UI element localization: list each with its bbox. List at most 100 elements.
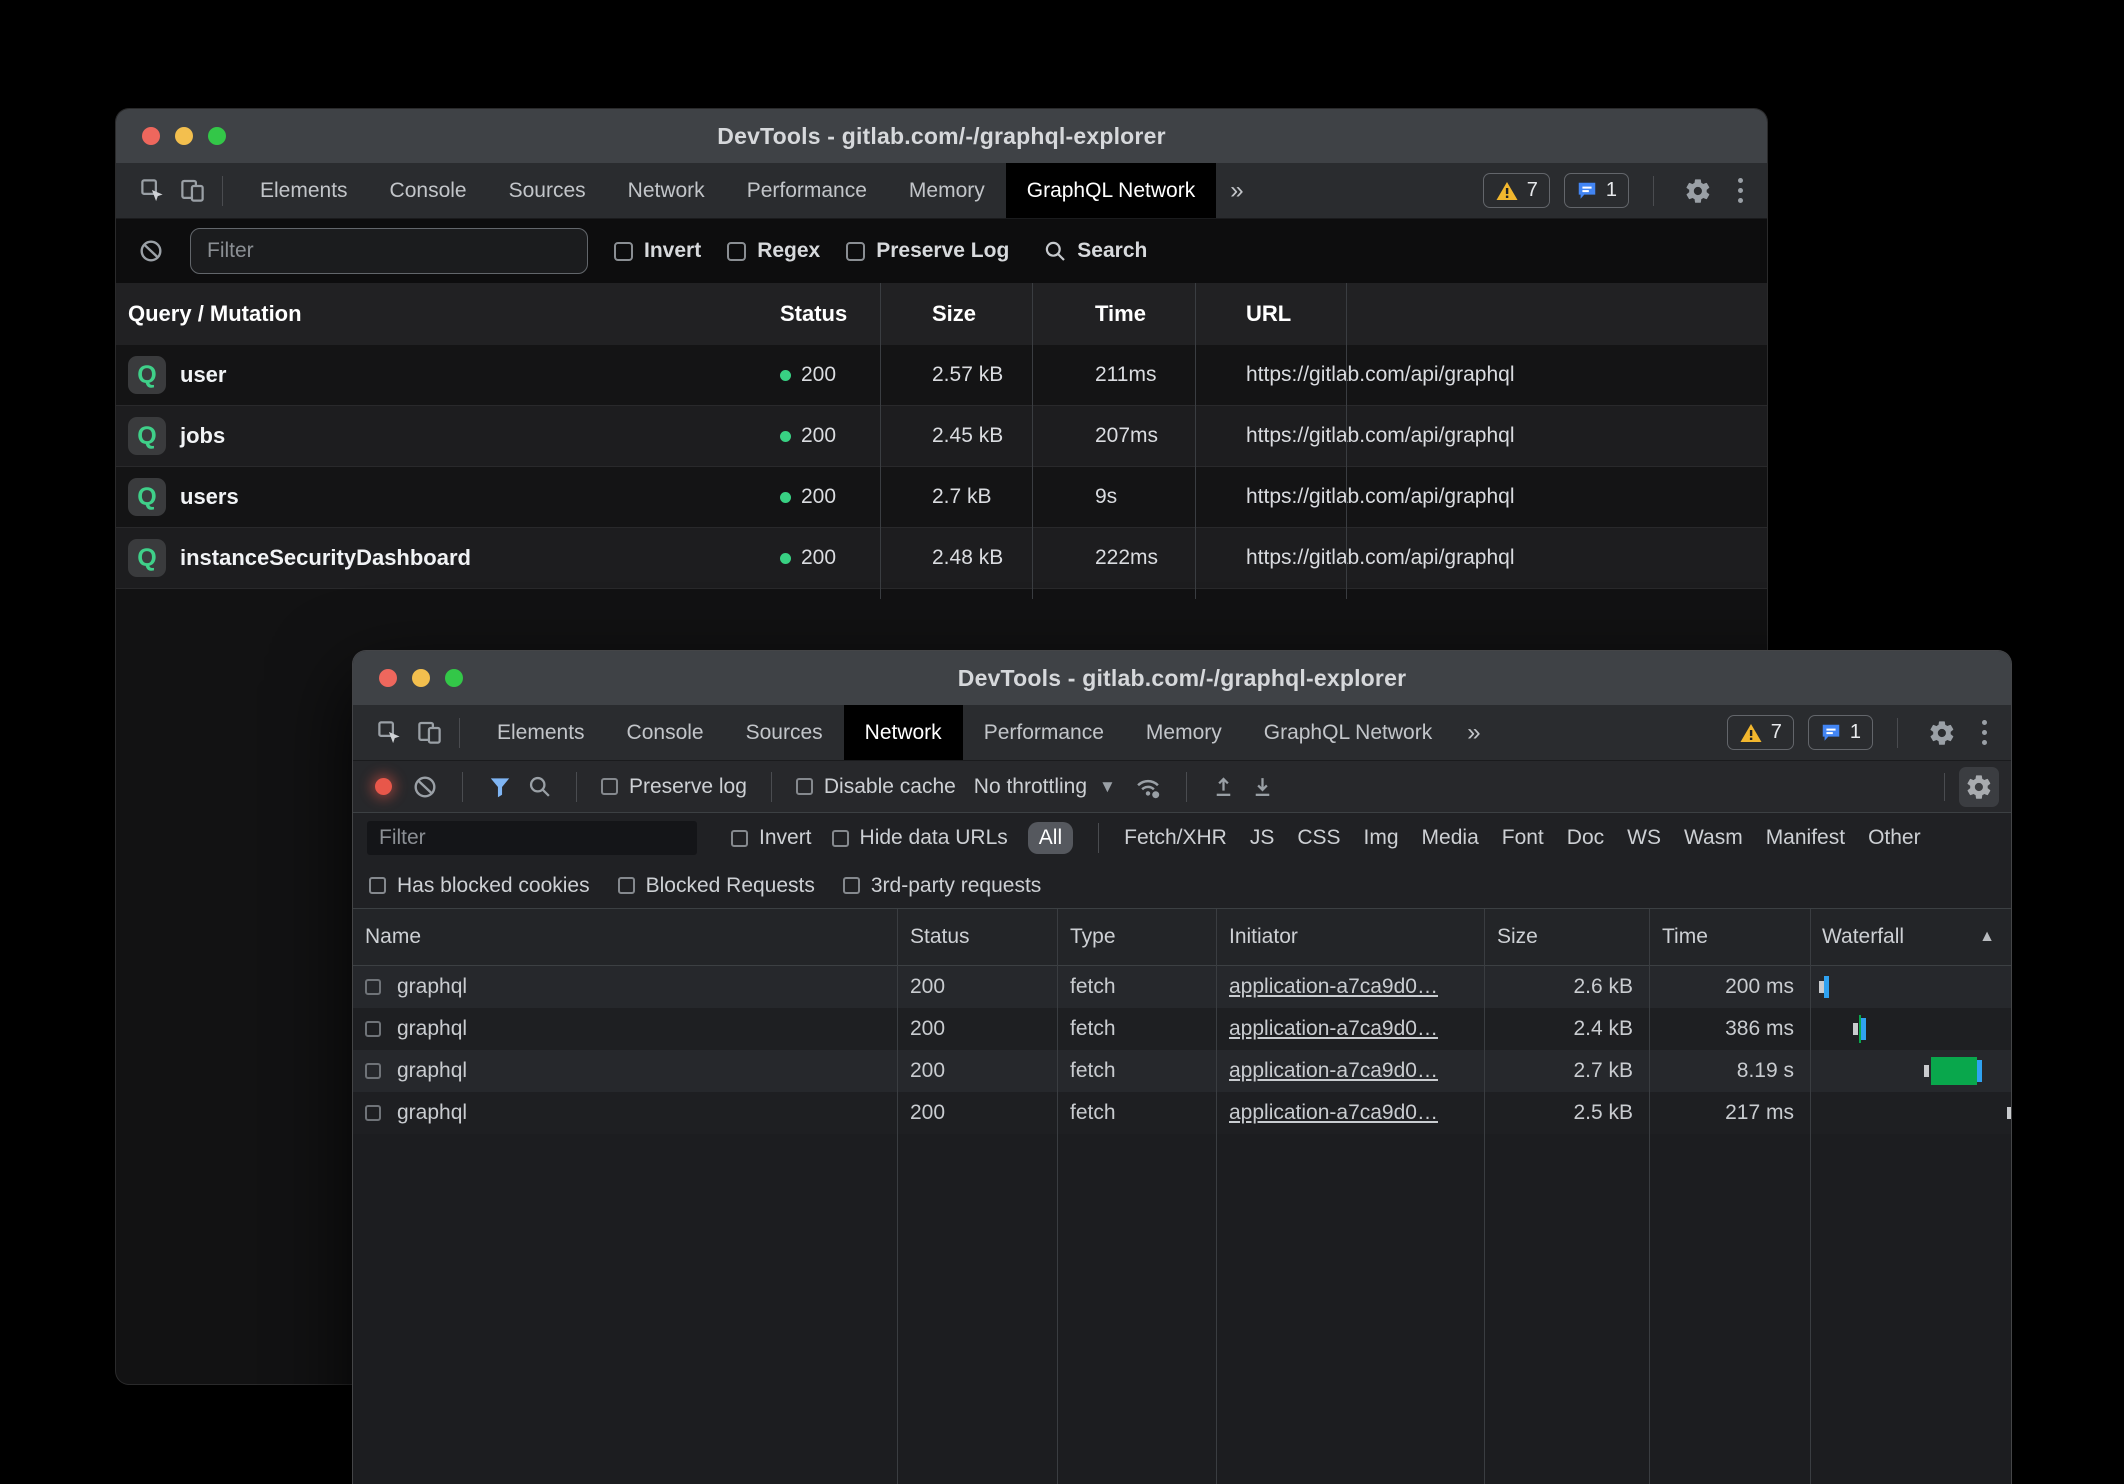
- network-settings-gear-icon[interactable]: [1959, 767, 1999, 807]
- column-header-query-mutation[interactable]: Query / Mutation: [116, 283, 765, 345]
- tab-memory[interactable]: Memory: [888, 163, 1006, 218]
- tab-memory[interactable]: Memory: [1125, 705, 1243, 760]
- preserve-log-checkbox-group[interactable]: Preserve Log: [846, 239, 1009, 263]
- preserve-log-checkbox[interactable]: [601, 778, 618, 795]
- column-header-status[interactable]: Status: [897, 909, 1057, 965]
- more-options-icon[interactable]: [1976, 720, 1993, 745]
- disable-cache-checkbox[interactable]: [796, 778, 813, 795]
- chip-all[interactable]: All: [1028, 822, 1073, 854]
- column-divider[interactable]: [880, 283, 881, 599]
- warnings-badge[interactable]: 7: [1483, 173, 1550, 208]
- table-row[interactable]: Qusers 200 2.7 kB 9s https://gitlab.com/…: [116, 467, 1767, 528]
- more-tabs-icon[interactable]: »: [1216, 163, 1257, 218]
- column-divider[interactable]: [1216, 909, 1217, 1484]
- row-checkbox[interactable]: [365, 1021, 381, 1037]
- row-checkbox[interactable]: [365, 1063, 381, 1079]
- minimize-button[interactable]: [412, 669, 430, 687]
- minimize-button[interactable]: [175, 127, 193, 145]
- sort-ascending-icon[interactable]: ▲: [1979, 928, 1995, 946]
- initiator-link[interactable]: application-a7ca9d0…: [1229, 1059, 1438, 1083]
- column-divider[interactable]: [1032, 283, 1033, 599]
- third-party-requests-checkbox-group[interactable]: 3rd-party requests: [843, 874, 1041, 898]
- preserve-log-checkbox[interactable]: [846, 242, 865, 261]
- row-checkbox[interactable]: [365, 979, 381, 995]
- column-header-url[interactable]: URL: [1231, 283, 1768, 345]
- record-icon[interactable]: [375, 778, 392, 795]
- hide-data-urls-checkbox[interactable]: [832, 830, 849, 847]
- disable-cache-checkbox-group[interactable]: Disable cache: [796, 775, 956, 799]
- chip-ws[interactable]: WS: [1627, 826, 1661, 850]
- filter-funnel-icon[interactable]: [487, 774, 513, 800]
- chip-other[interactable]: Other: [1868, 826, 1921, 850]
- third-party-requests-checkbox[interactable]: [843, 877, 860, 894]
- table-row[interactable]: Qjobs 200 2.45 kB 207ms https://gitlab.c…: [116, 406, 1767, 467]
- invert-checkbox[interactable]: [731, 830, 748, 847]
- chip-font[interactable]: Font: [1502, 826, 1544, 850]
- column-divider[interactable]: [1346, 283, 1347, 599]
- tab-elements[interactable]: Elements: [476, 705, 606, 760]
- tab-console[interactable]: Console: [606, 705, 725, 760]
- more-tabs-icon[interactable]: »: [1453, 705, 1494, 760]
- has-blocked-cookies-checkbox[interactable]: [369, 877, 386, 894]
- tab-sources[interactable]: Sources: [488, 163, 607, 218]
- inspect-element-icon[interactable]: [132, 171, 172, 211]
- filter-input[interactable]: [190, 228, 588, 274]
- column-divider[interactable]: [1649, 909, 1650, 1484]
- table-row[interactable]: graphql 200 fetch application-a7ca9d0… 2…: [353, 1008, 2011, 1050]
- invert-checkbox-group[interactable]: Invert: [614, 239, 701, 263]
- block-icon[interactable]: [138, 238, 164, 264]
- row-checkbox[interactable]: [365, 1105, 381, 1121]
- initiator-link[interactable]: application-a7ca9d0…: [1229, 975, 1438, 999]
- zoom-button[interactable]: [445, 669, 463, 687]
- inspect-element-icon[interactable]: [369, 713, 409, 753]
- regex-checkbox-group[interactable]: Regex: [727, 239, 820, 263]
- network-conditions-icon[interactable]: [1134, 773, 1162, 801]
- chip-media[interactable]: Media: [1422, 826, 1479, 850]
- clear-icon[interactable]: [412, 774, 438, 800]
- regex-checkbox[interactable]: [727, 242, 746, 261]
- column-header-type[interactable]: Type: [1057, 909, 1216, 965]
- chip-img[interactable]: Img: [1364, 826, 1399, 850]
- chip-wasm[interactable]: Wasm: [1684, 826, 1743, 850]
- column-header-status[interactable]: Status: [765, 283, 917, 345]
- column-header-time[interactable]: Time: [1080, 283, 1231, 345]
- preserve-log-checkbox-group[interactable]: Preserve log: [601, 775, 747, 799]
- blocked-requests-checkbox[interactable]: [618, 877, 635, 894]
- table-row[interactable]: QinstanceSecurityDashboard 200 2.48 kB 2…: [116, 528, 1767, 589]
- column-divider[interactable]: [897, 909, 898, 1484]
- table-row[interactable]: graphql 200 fetch application-a7ca9d0… 2…: [353, 1050, 2011, 1092]
- blocked-requests-checkbox-group[interactable]: Blocked Requests: [618, 874, 815, 898]
- throttling-dropdown[interactable]: No throttling ▼: [970, 775, 1120, 799]
- close-button[interactable]: [379, 669, 397, 687]
- settings-gear-icon[interactable]: [1678, 171, 1718, 211]
- chip-fetch-xhr[interactable]: Fetch/XHR: [1124, 826, 1227, 850]
- column-divider[interactable]: [1810, 909, 1811, 1484]
- device-toolbar-icon[interactable]: [172, 171, 212, 211]
- titlebar[interactable]: DevTools - gitlab.com/-/graphql-explorer: [353, 651, 2011, 705]
- search-control[interactable]: Search: [1043, 239, 1147, 263]
- column-header-size[interactable]: Size: [1484, 909, 1649, 965]
- invert-checkbox-group[interactable]: Invert: [731, 826, 812, 850]
- initiator-link[interactable]: application-a7ca9d0…: [1229, 1101, 1438, 1125]
- device-toolbar-icon[interactable]: [409, 713, 449, 753]
- tab-network[interactable]: Network: [607, 163, 726, 218]
- tab-elements[interactable]: Elements: [239, 163, 369, 218]
- zoom-button[interactable]: [208, 127, 226, 145]
- tab-graphql-network[interactable]: GraphQL Network: [1243, 705, 1453, 760]
- close-button[interactable]: [142, 127, 160, 145]
- issues-badge[interactable]: 1: [1564, 173, 1629, 208]
- column-header-initiator[interactable]: Initiator: [1216, 909, 1484, 965]
- column-divider[interactable]: [1057, 909, 1058, 1484]
- export-har-icon[interactable]: [1250, 774, 1275, 799]
- table-row[interactable]: graphql 200 fetch application-a7ca9d0… 2…: [353, 1092, 2011, 1134]
- settings-gear-icon[interactable]: [1922, 713, 1962, 753]
- warnings-badge[interactable]: 7: [1727, 715, 1794, 750]
- chip-js[interactable]: JS: [1250, 826, 1275, 850]
- invert-checkbox[interactable]: [614, 242, 633, 261]
- table-row[interactable]: Quser 200 2.57 kB 211ms https://gitlab.c…: [116, 345, 1767, 406]
- column-header-size[interactable]: Size: [917, 283, 1080, 345]
- filter-input[interactable]: [367, 821, 697, 855]
- column-header-time[interactable]: Time: [1649, 909, 1810, 965]
- tab-performance[interactable]: Performance: [726, 163, 888, 218]
- initiator-link[interactable]: application-a7ca9d0…: [1229, 1017, 1438, 1041]
